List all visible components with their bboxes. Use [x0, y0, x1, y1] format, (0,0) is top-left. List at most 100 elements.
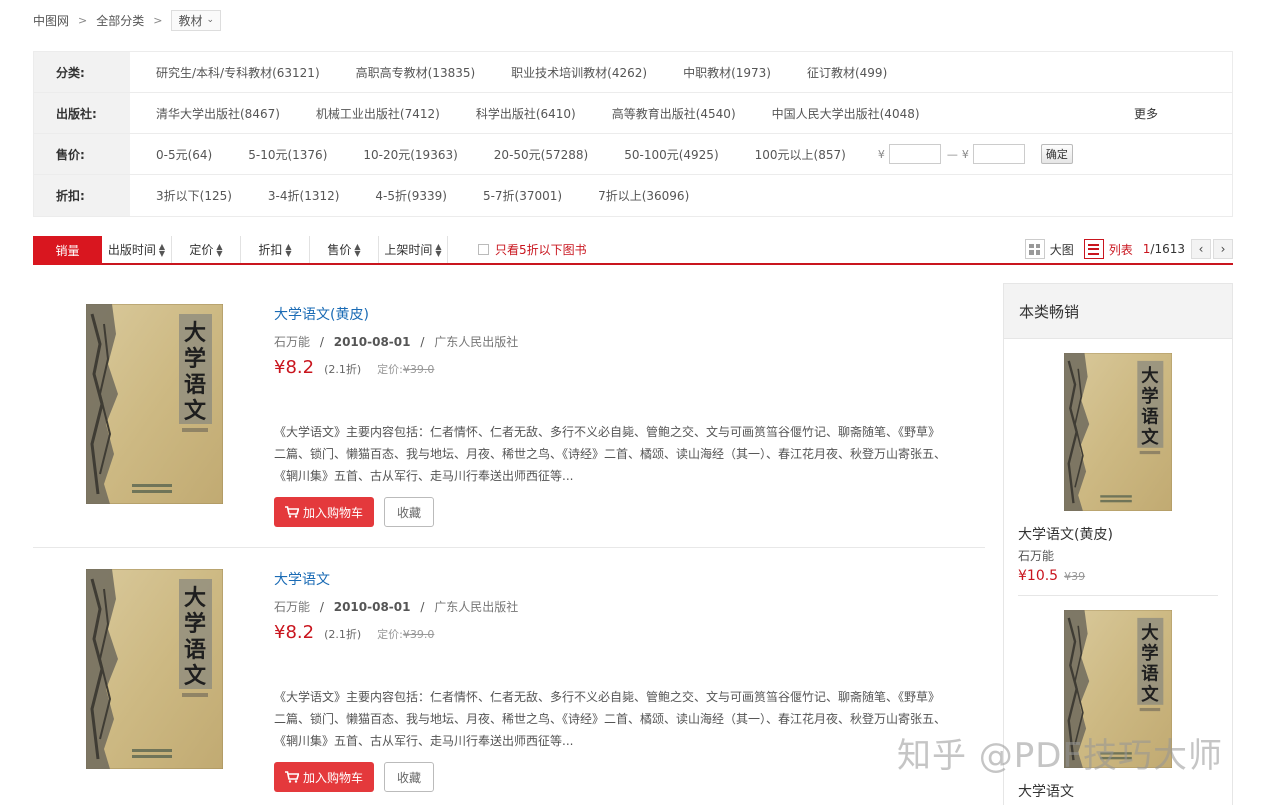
current-price: ¥8.2 [274, 357, 315, 378]
only-five-off-filter[interactable]: 只看5折以下图书 [478, 241, 587, 258]
price-max-input[interactable] [972, 144, 1025, 164]
page-indicator: 1/1613 [1142, 242, 1185, 256]
only-five-off-checkbox[interactable] [478, 244, 489, 255]
filter-option[interactable]: 0-5元(64) [156, 146, 212, 163]
discount-rate: (2.1折) [324, 363, 362, 376]
sidebar-title: 本类畅销 [1004, 284, 1232, 339]
sort-shelf-time-button[interactable]: 上架时间 ▲ ▼ [379, 236, 448, 263]
book-publisher[interactable]: 广东人民出版社 [434, 600, 518, 614]
watermark: 知乎 @PDF技巧大师 [897, 736, 1224, 776]
sort-bar: 销量 出版时间 ▲ ▼ 定价 ▲ ▼ 折扣 ▲ ▼ 售价 ▲ ▼ 上架时间 ▲ ▼ 只看5… [33, 236, 1233, 265]
sort-sales-button[interactable]: 销量 [33, 236, 102, 265]
book-title-link[interactable]: 大学语文 [274, 569, 330, 589]
book-publisher[interactable]: 广东人民出版社 [434, 335, 518, 349]
book-meta: 石万能 / 2010-08-01 / 广东人民出版社 [274, 600, 519, 614]
filter-option[interactable]: 机械工业出版社(7412) [316, 105, 440, 122]
filter-option[interactable]: 清华大学出版社(8467) [156, 105, 280, 122]
original-price: 定价:¥39.0 [377, 628, 435, 641]
filter-option[interactable]: 5-7折(37001) [483, 187, 562, 204]
list-view-icon[interactable] [1083, 239, 1104, 259]
breadcrumb-category-select[interactable]: 教材 ⌄ [171, 9, 222, 31]
sort-arrows-icon: ▲ ▼ [216, 241, 223, 258]
add-to-cart-button[interactable]: 加入购物车 [274, 762, 374, 792]
cart-icon [284, 506, 299, 518]
filter-panel: 分类: 研究生/本科/专科教材(63121) 高职高专教材(13835) 职业技… [33, 51, 1233, 217]
sidebar-book-price: ¥10.5 ¥39 [1018, 568, 1086, 584]
book-cover-image[interactable] [86, 569, 223, 769]
add-to-cart-button[interactable]: 加入购物车 [274, 497, 374, 527]
favorite-button[interactable]: 收藏 [384, 762, 434, 792]
book-cover-image[interactable] [86, 304, 223, 504]
filter-row-category: 分类: 研究生/本科/专科教材(63121) 高职高专教材(13835) 职业技… [34, 52, 1232, 93]
sort-arrows-icon: ▲ ▼ [435, 241, 442, 258]
current-price: ¥8.2 [274, 622, 315, 643]
breadcrumb-separator-icon: > [153, 13, 163, 27]
filter-label: 折扣: [34, 175, 130, 216]
price-confirm-button[interactable]: 确定 [1040, 144, 1073, 164]
breadcrumb-all[interactable]: 全部分类 [96, 12, 144, 29]
bestseller-sidebar: 本类畅销 大学语文(黄皮) 石万能 ¥10.5 ¥39 大学语文 [1003, 283, 1233, 805]
publisher-more-link[interactable]: 更多 [1134, 105, 1158, 122]
filter-option[interactable]: 科学出版社(6410) [476, 105, 576, 122]
grid-view-link[interactable]: 大图 [1050, 241, 1074, 258]
filter-option[interactable]: 7折以上(36096) [598, 187, 689, 204]
filter-option[interactable]: 中职教材(1973) [683, 64, 771, 81]
book-date: 2010-08-01 [333, 335, 411, 349]
breadcrumb-separator-icon: > [78, 13, 88, 27]
filter-option[interactable]: 研究生/本科/专科教材(63121) [156, 64, 320, 81]
book-list-item: 大学语文(黄皮) 石万能 / 2010-08-01 / 广东人民出版社 ¥8.2… [33, 283, 985, 548]
book-price: ¥8.2 (2.1折) 定价:¥39.0 [274, 357, 434, 378]
book-price: ¥8.2 (2.1折) 定价:¥39.0 [274, 622, 434, 643]
price-range: ¥ — ¥ 确定 [878, 144, 1073, 164]
filter-option[interactable]: 10-20元(19363) [363, 146, 457, 163]
breadcrumb-home[interactable]: 中图网 [33, 12, 69, 29]
filter-option[interactable]: 职业技术培训教材(4262) [511, 64, 647, 81]
sidebar-book-title[interactable]: 大学语文 [1018, 781, 1074, 801]
sidebar-book: 大学语文(黄皮) 石万能 ¥10.5 ¥39 [1018, 353, 1218, 596]
book-meta: 石万能 / 2010-08-01 / 广东人民出版社 [274, 335, 519, 349]
book-author[interactable]: 石万能 [274, 335, 310, 349]
filter-option[interactable]: 100元以上(857) [755, 146, 846, 163]
sort-discount-button[interactable]: 折扣 ▲ ▼ [241, 236, 310, 263]
range-dash: — [946, 147, 958, 161]
price-min-input[interactable] [888, 144, 941, 164]
filter-label: 出版社: [34, 93, 130, 133]
sort-list-price-button[interactable]: 定价 ▲ ▼ [172, 236, 241, 263]
filter-option[interactable]: 5-10元(1376) [248, 146, 327, 163]
book-title-link[interactable]: 大学语文(黄皮) [274, 304, 369, 324]
filter-option[interactable]: 中国人民大学出版社(4048) [772, 105, 920, 122]
filter-option[interactable]: 高职高专教材(13835) [356, 64, 476, 81]
filter-option[interactable]: 3-4折(1312) [268, 187, 340, 204]
sort-arrows-icon: ▲ ▼ [354, 241, 361, 258]
book-author[interactable]: 石万能 [274, 600, 310, 614]
filter-option[interactable]: 20-50元(57288) [494, 146, 588, 163]
sidebar-book-title[interactable]: 大学语文(黄皮) [1018, 524, 1113, 544]
next-page-icon[interactable]: › [1213, 239, 1233, 259]
filter-option[interactable]: 4-5折(9339) [375, 187, 447, 204]
filter-option[interactable]: 高等教育出版社(4540) [612, 105, 736, 122]
currency-symbol: ¥ [877, 147, 885, 161]
filter-label: 售价: [34, 134, 130, 174]
filter-row-price: 售价: 0-5元(64) 5-10元(1376) 10-20元(19363) 2… [34, 134, 1232, 175]
cart-icon [284, 771, 299, 783]
discount-rate: (2.1折) [324, 628, 362, 641]
chevron-down-icon: ⌄ [206, 15, 215, 25]
currency-symbol: ¥ [961, 147, 969, 161]
sidebar-book-cover[interactable] [1064, 353, 1172, 511]
filter-option[interactable]: 征订教材(499) [807, 64, 887, 81]
prev-page-icon[interactable]: ‹ [1191, 239, 1211, 259]
list-view-link[interactable]: 列表 [1109, 241, 1133, 258]
sort-pubdate-button[interactable]: 出版时间 ▲ ▼ [102, 236, 172, 263]
filter-option[interactable]: 3折以下(125) [156, 187, 232, 204]
book-description: 《大学语文》主要内容包括：仁者情怀、仁者无敌、多行不义必自毙、管鲍之交、文与可画… [274, 690, 947, 748]
filter-row-publisher: 出版社: 清华大学出版社(8467) 机械工业出版社(7412) 科学出版社(6… [34, 93, 1232, 134]
filter-option[interactable]: 50-100元(4925) [624, 146, 718, 163]
book-date: 2010-08-01 [333, 600, 411, 614]
favorite-button[interactable]: 收藏 [384, 497, 434, 527]
breadcrumb: 中图网 > 全部分类 > 教材 ⌄ [33, 9, 222, 31]
sort-arrows-icon: ▲ ▼ [285, 241, 292, 258]
view-controls: 大图 列表 1/1613 ‹ › [1024, 239, 1233, 259]
sort-arrows-icon: ▲ ▼ [158, 241, 166, 258]
sort-price-button[interactable]: 售价 ▲ ▼ [310, 236, 379, 263]
grid-view-icon[interactable] [1024, 239, 1045, 259]
